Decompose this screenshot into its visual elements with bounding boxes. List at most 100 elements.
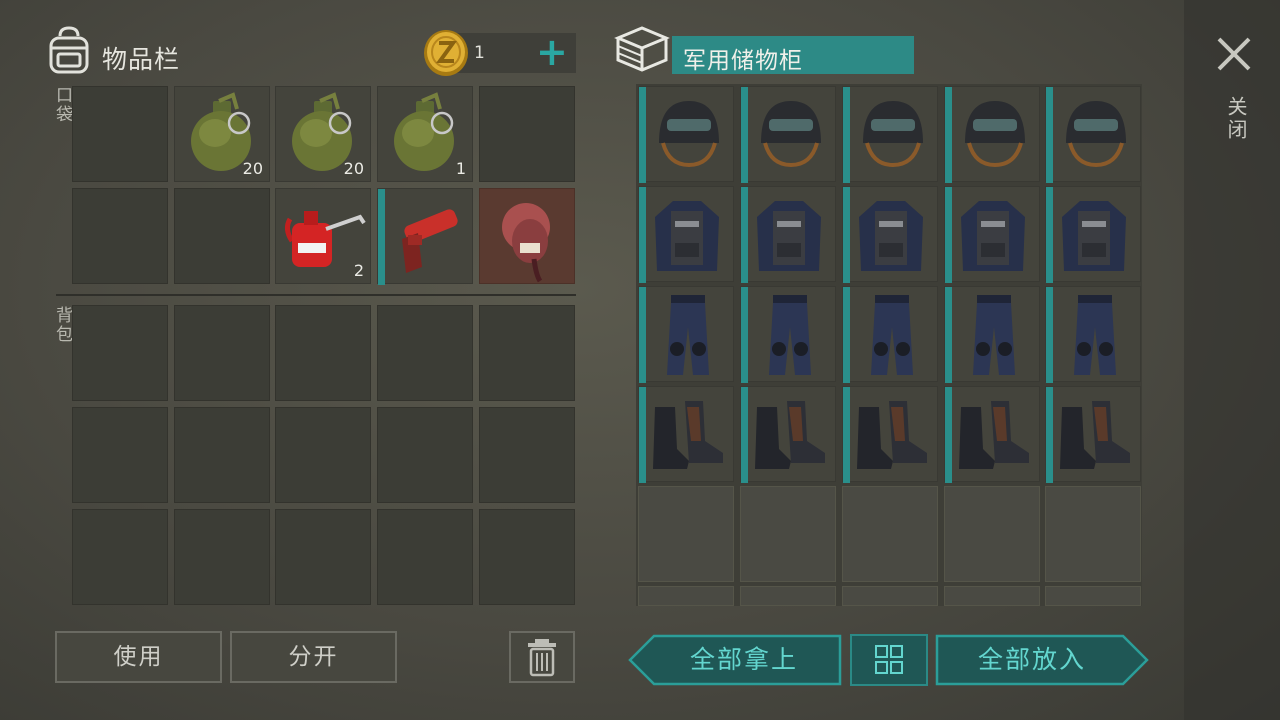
helmet-icon xyxy=(761,101,821,168)
storage-box-icon xyxy=(614,24,670,80)
backpack-slot[interactable] xyxy=(377,305,473,401)
pocket-slot-grenade[interactable]: 1 xyxy=(377,86,473,182)
storage-slot-boots[interactable] xyxy=(842,386,938,483)
storage-slot-helmet[interactable] xyxy=(944,86,1040,183)
item-count: 20 xyxy=(242,159,263,178)
storage-slot[interactable] xyxy=(1045,586,1141,606)
storage-slot-boots[interactable] xyxy=(638,386,734,483)
storage-slot-boots[interactable] xyxy=(740,386,836,483)
take-all-label: 全部拿上 xyxy=(689,645,798,674)
sort-grid-icon xyxy=(875,645,903,674)
item-count: 2 xyxy=(353,261,364,280)
vest-icon xyxy=(1062,201,1126,271)
pocket-slot[interactable] xyxy=(174,188,270,284)
pocket-slot-grenade[interactable]: 20 xyxy=(275,86,371,182)
trash-icon xyxy=(528,639,556,677)
backpack-slot[interactable] xyxy=(275,509,371,605)
storage-slot-boots[interactable] xyxy=(1045,386,1141,483)
coin-count: 1 xyxy=(474,43,485,63)
storage-slot-pants[interactable] xyxy=(944,286,1040,383)
backpack-slot[interactable] xyxy=(72,305,168,401)
pocket-slot[interactable] xyxy=(479,86,575,182)
backpack-slot[interactable] xyxy=(72,407,168,503)
add-coins-button[interactable]: + xyxy=(536,28,568,76)
storage-slot-pants[interactable] xyxy=(638,286,734,383)
storage-slot-vest[interactable] xyxy=(1045,186,1141,283)
boots-icon xyxy=(959,401,1029,469)
helmet-icon xyxy=(863,101,923,168)
pants-icon xyxy=(973,295,1015,375)
backpack-slot[interactable] xyxy=(174,407,270,503)
storage-slot[interactable] xyxy=(944,586,1040,606)
boots-icon xyxy=(1060,401,1130,469)
backpack-slot[interactable] xyxy=(275,407,371,503)
storage-slot[interactable] xyxy=(638,486,734,582)
storage-slot-pants[interactable] xyxy=(842,286,938,383)
backpack-slot[interactable] xyxy=(174,305,270,401)
pocket-slot-grenade[interactable]: 20 xyxy=(174,86,270,182)
pocket-slot[interactable] xyxy=(72,86,168,182)
storage-slot-vest[interactable] xyxy=(638,186,734,283)
pocket-slot[interactable] xyxy=(72,188,168,284)
helmet-icon xyxy=(965,101,1025,168)
storage-slot[interactable] xyxy=(842,486,938,582)
item-count: 1 xyxy=(455,159,466,178)
backpack-slot[interactable] xyxy=(275,305,371,401)
inventory-title: 物品栏 xyxy=(102,45,181,74)
storage-slot-helmet[interactable] xyxy=(842,86,938,183)
close-button[interactable] xyxy=(1214,34,1254,78)
backpack-slot[interactable] xyxy=(479,407,575,503)
item-count: 20 xyxy=(343,159,364,178)
backpack-slot[interactable] xyxy=(479,305,575,401)
sort-button[interactable] xyxy=(850,634,928,686)
storage-slot-pants[interactable] xyxy=(740,286,836,383)
flare-gun-icon xyxy=(402,209,458,273)
close-label[interactable]: 关闭 xyxy=(1222,96,1251,142)
storage-slot[interactable] xyxy=(944,486,1040,582)
storage-slot[interactable] xyxy=(740,586,836,606)
coin-icon xyxy=(422,28,470,82)
pocket-slot-flare-gun[interactable] xyxy=(377,188,473,285)
backpack-slot[interactable] xyxy=(72,509,168,605)
trash-button[interactable] xyxy=(509,631,575,683)
storage-slot[interactable] xyxy=(842,586,938,606)
storage-slot-boots[interactable] xyxy=(944,386,1040,483)
put-all-label: 全部放入 xyxy=(977,645,1086,674)
take-all-button[interactable]: 全部拿上 xyxy=(628,634,842,686)
use-button[interactable]: 使用 xyxy=(55,631,222,683)
storage-slot-helmet[interactable] xyxy=(740,86,836,183)
storage-slot-helmet[interactable] xyxy=(1045,86,1141,183)
backpack-slot[interactable] xyxy=(174,509,270,605)
vest-icon xyxy=(757,201,821,271)
backpack-slot[interactable] xyxy=(479,509,575,605)
storage-slot-vest[interactable] xyxy=(740,186,836,283)
close-icon xyxy=(1217,37,1251,71)
zombie-head-icon xyxy=(502,203,550,283)
storage-slot-pants[interactable] xyxy=(1045,286,1141,383)
storage-slot[interactable] xyxy=(1045,486,1141,582)
put-all-button[interactable]: 全部放入 xyxy=(935,634,1149,686)
storage-title: 军用储物柜 xyxy=(683,48,803,74)
section-divider xyxy=(56,294,576,296)
storage-slot[interactable] xyxy=(740,486,836,582)
storage-slot[interactable] xyxy=(638,586,734,606)
pants-icon xyxy=(769,295,811,375)
pocket-slot-oil-can[interactable]: 2 xyxy=(275,188,371,284)
backpack-icon xyxy=(46,26,92,78)
helmet-icon xyxy=(1066,101,1126,168)
vest-icon xyxy=(961,201,1025,271)
storage-slot-helmet[interactable] xyxy=(638,86,734,183)
storage-slot-vest[interactable] xyxy=(842,186,938,283)
pocket-slot-zombie-head[interactable] xyxy=(479,188,575,284)
storage-slot-vest[interactable] xyxy=(944,186,1040,283)
backpack-slot[interactable] xyxy=(377,509,473,605)
vest-icon xyxy=(859,201,923,271)
helmet-icon xyxy=(659,101,719,168)
boots-icon xyxy=(755,401,825,469)
pants-icon xyxy=(1074,295,1116,375)
split-button[interactable]: 分开 xyxy=(230,631,397,683)
backpack-slot[interactable] xyxy=(377,407,473,503)
boots-icon xyxy=(857,401,927,469)
vest-icon xyxy=(655,201,719,271)
pants-icon xyxy=(871,295,913,375)
